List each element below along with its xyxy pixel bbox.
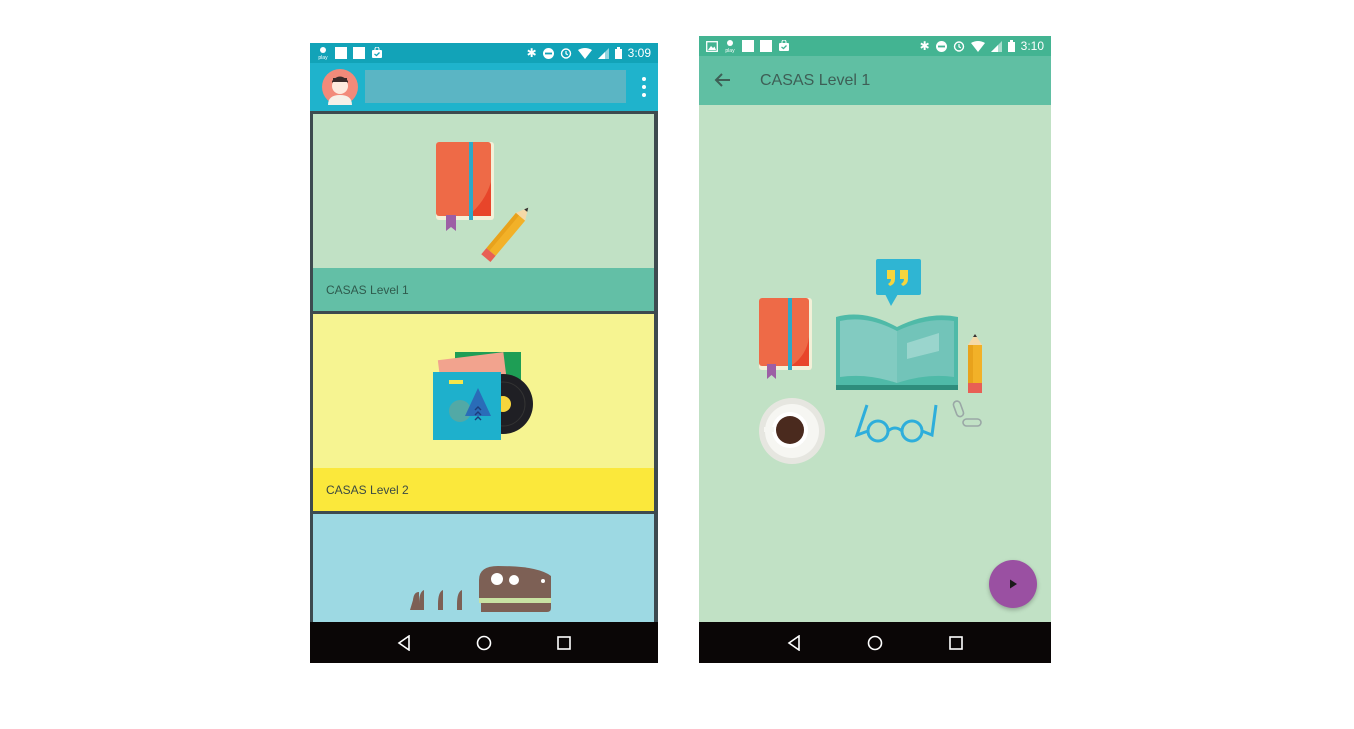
play-store-notification-icon: play [318,47,328,60]
card-title: CASAS Level 1 [313,268,654,311]
notification-square-icon [335,47,347,59]
shopping-bag-icon [779,40,789,51]
notification-square-icon [760,40,772,52]
system-nav-bar [699,622,1051,663]
more-vert-icon[interactable] [640,77,648,97]
app-toolbar [310,63,658,111]
svg-text:play: play [318,55,328,60]
page-title: CASAS Level 1 [760,72,871,89]
user-avatar-icon[interactable] [322,69,358,105]
play-store-notification-icon: play [725,40,735,53]
alarm-icon [953,41,964,52]
course-hero-illustration [759,259,982,464]
search-input[interactable] [365,70,626,103]
status-bar: play ✱ 3:10 [699,36,1051,56]
paperclip-icon [952,400,982,427]
course-card-level-2[interactable]: CASAS Level 2 [313,314,654,511]
battery-icon [614,47,622,59]
wifi-icon [577,47,592,59]
status-time: 3:10 [1020,39,1044,53]
glasses-icon [854,404,938,443]
course-card-level-1[interactable]: CASAS Level 1 [313,114,654,311]
book-icon [759,298,812,379]
vinyl-record-icon [433,352,533,440]
pencil-icon [968,334,982,393]
alarm-icon [560,48,571,59]
app-toolbar: CASAS Level 1 [699,56,1051,105]
back-triangle-icon[interactable] [787,634,801,651]
arrow-back-icon[interactable] [713,70,733,90]
system-nav-bar [310,622,658,663]
phone-screen-home: play ✱ 3:09 CASAS Level 1 CASAS Level 2 [310,43,658,663]
do-not-disturb-icon [542,47,554,59]
signal-icon [990,40,1002,52]
battery-icon [1007,40,1015,52]
course-card-level-3[interactable] [313,514,654,622]
play-fab-button[interactable] [989,560,1037,608]
wifi-icon [970,40,985,52]
home-circle-icon[interactable] [476,635,492,651]
dinosaur-skull-icon [410,566,551,612]
quote-bubble-icon [876,259,921,306]
phone-screen-detail: play ✱ 3:10 CASAS Level 1 [699,36,1051,663]
shopping-bag-icon [372,47,382,58]
notification-square-icon [742,40,754,52]
home-circle-icon[interactable] [867,635,883,651]
status-bar: play ✱ 3:09 [310,43,658,63]
recents-square-icon[interactable] [556,635,571,650]
signal-icon [597,47,609,59]
open-book-icon [836,314,958,390]
card-title: CASAS Level 2 [313,468,654,511]
book-and-pencil-icon [436,142,529,262]
status-time: 3:09 [627,46,651,60]
image-notification-icon [706,40,718,52]
bluetooth-icon: ✱ [526,46,537,60]
do-not-disturb-icon [935,40,947,52]
bluetooth-icon: ✱ [919,39,930,53]
svg-text:play: play [725,48,735,53]
recents-square-icon[interactable] [949,635,963,650]
notification-square-icon [353,47,365,59]
play-icon [1010,579,1017,589]
coffee-cup-icon [759,398,825,464]
back-triangle-icon[interactable] [397,634,411,651]
